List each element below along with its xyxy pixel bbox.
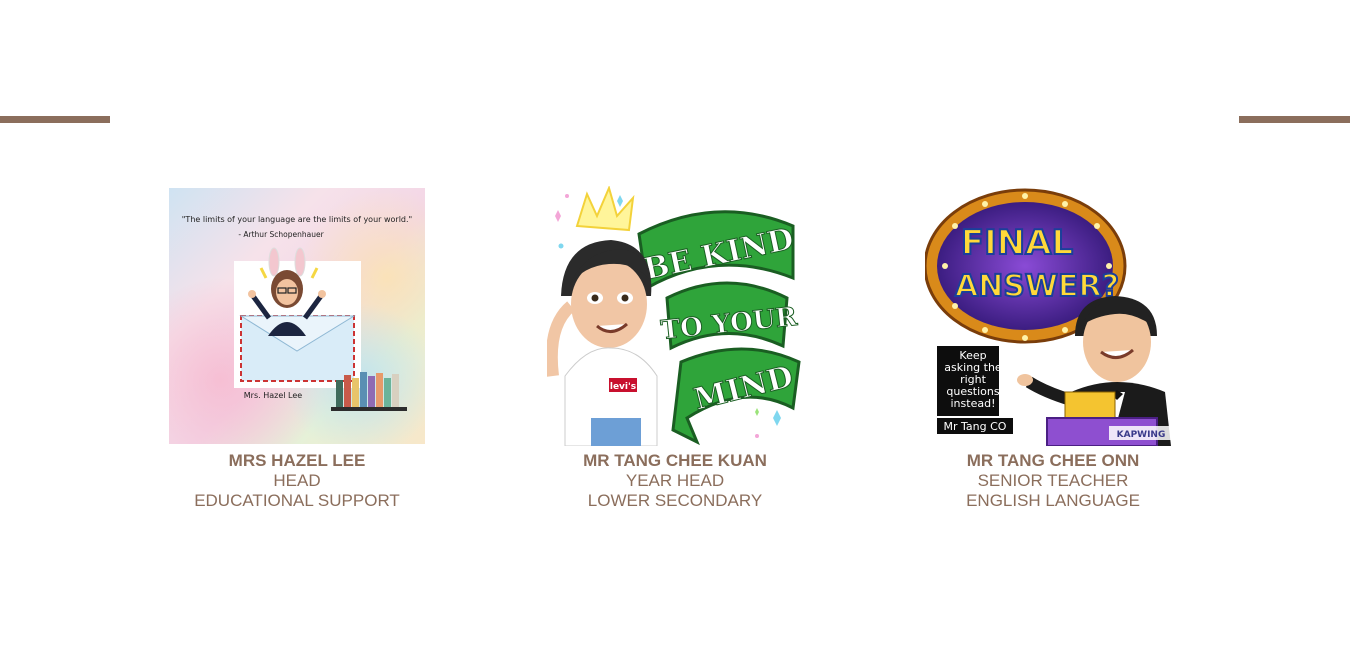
quote-author-text: - Arthur Schopenhauer (238, 230, 324, 239)
staff-department: EDUCATIONAL SUPPORT (194, 491, 400, 510)
tag-text: Mr Tang CO (944, 420, 1007, 433)
sign-line-2: ANSWER? (955, 269, 1119, 304)
staff-department: LOWER SECONDARY (587, 491, 763, 510)
staff-department: ENGLISH LANGUAGE (966, 491, 1140, 510)
staff-card-tang-chee-onn: FINAL ANSWER? Keep asking the right ques… (925, 186, 1181, 511)
hazel-lee-avatar-image: "The limits of your language are the lim… (169, 186, 425, 446)
staff-name: MRS HAZEL LEE (228, 451, 366, 470)
sign-line-1: FINAL (961, 223, 1073, 263)
staff-role: YEAR HEAD (625, 471, 725, 490)
staff-name: MR TANG CHEE ONN (966, 451, 1140, 470)
signature-text: Mrs. Hazel Lee (244, 391, 302, 400)
staff-card-tang-chee-kuan: BE KIND TO YOUR MIND levi's MR TANG CHEE… (547, 186, 803, 511)
speech-line-5: instead! (951, 397, 996, 410)
shirt-logo-text: levi's (610, 382, 636, 392)
quote-text: "The limits of your language are the lim… (182, 215, 412, 224)
staff-section: "The limits of your language are the lim… (0, 0, 1350, 650)
tang-chee-onn-avatar-image: FINAL ANSWER? Keep asking the right ques… (925, 186, 1181, 446)
tang-chee-kuan-avatar-image: BE KIND TO YOUR MIND levi's (547, 186, 803, 446)
staff-card-hazel-lee: "The limits of your language are the lim… (169, 186, 425, 511)
staff-role: SENIOR TEACHER (977, 471, 1129, 490)
watermark-text: KAPWING (1117, 430, 1166, 440)
staff-role: HEAD (273, 471, 321, 490)
staff-name: MR TANG CHEE KUAN (583, 451, 767, 470)
right-divider-rule (1239, 116, 1350, 123)
left-divider-rule (0, 116, 110, 123)
